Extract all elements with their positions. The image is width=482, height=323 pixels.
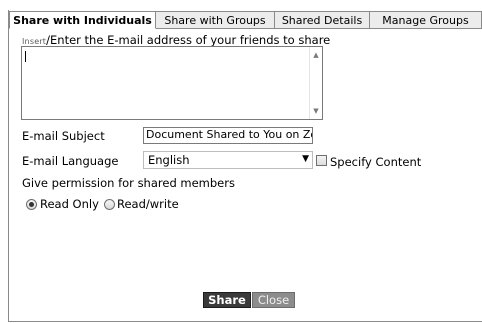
tab-shared-details[interactable]: Shared Details [275, 11, 370, 29]
email-instruction: Insert/Enter the E-mail address of your … [22, 33, 330, 47]
read-write-label[interactable]: Read/write [117, 197, 179, 211]
email-instruction-text: /Enter the E-mail address of your friend… [46, 33, 331, 47]
text-caret [25, 51, 26, 62]
dropdown-arrow-icon: ▼ [302, 154, 309, 164]
tab-manage-groups[interactable]: Manage Groups [370, 11, 482, 29]
email-language-value: English [148, 153, 190, 167]
scroll-down-arrow-icon[interactable]: ▼ [310, 105, 322, 117]
close-button[interactable]: Close [252, 292, 295, 308]
permission-label: Give permission for shared members [22, 176, 235, 190]
textarea-scrollbar[interactable]: ▲ ▼ [309, 47, 322, 119]
share-button[interactable]: Share [203, 292, 251, 308]
email-language-label: E-mail Language [22, 154, 119, 168]
read-only-radio[interactable] [26, 199, 37, 210]
scroll-up-arrow-icon[interactable]: ▲ [310, 49, 322, 61]
radio-selected-dot [29, 202, 34, 207]
specify-content-label[interactable]: Specify Content [330, 155, 421, 169]
email-addresses-textarea[interactable]: ▲ ▼ [21, 46, 323, 120]
specify-content-checkbox[interactable] [316, 155, 327, 166]
insert-link[interactable]: Insert [22, 37, 46, 46]
tab-share-with-groups[interactable]: Share with Groups [156, 11, 275, 29]
read-only-label[interactable]: Read Only [40, 197, 99, 211]
tab-divider [156, 28, 482, 29]
tab-bar: Share with Individuals Share with Groups… [9, 11, 482, 29]
read-write-radio[interactable] [104, 199, 115, 210]
email-subject-input[interactable]: Document Shared to You on Zoh [143, 127, 313, 144]
tab-share-with-individuals[interactable]: Share with Individuals [9, 11, 156, 29]
email-subject-label: E-mail Subject [22, 129, 105, 143]
email-language-select[interactable]: English ▼ [143, 151, 313, 169]
